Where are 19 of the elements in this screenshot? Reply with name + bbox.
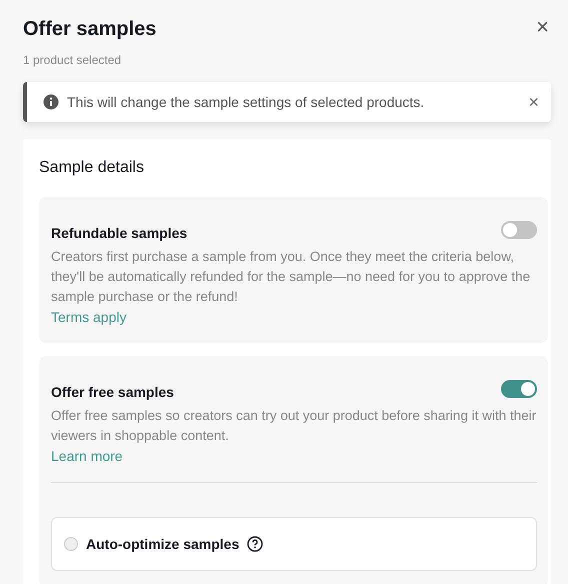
selection-count: 1 product selected (23, 53, 122, 67)
info-icon (43, 94, 59, 110)
toggle-switch[interactable] (501, 380, 537, 398)
dismiss-button[interactable]: × (528, 92, 539, 112)
option-title: Offer free samples (51, 384, 174, 400)
radio-button[interactable] (64, 537, 78, 551)
choice-label: Auto-optimize samples (86, 536, 240, 552)
close-button[interactable]: × (536, 18, 549, 36)
option-title: Refundable samples (51, 225, 188, 241)
choice-card[interactable]: Auto-optimize samples (51, 517, 537, 571)
dialog-title: Offer samples (23, 18, 156, 41)
option-link[interactable]: Learn more (51, 446, 123, 466)
section-title: Sample details (39, 159, 145, 177)
option-description: Offer free samples so creators can try out your product before sharing it with their viewers in shoppable content. (51, 407, 537, 445)
help-icon[interactable] (247, 536, 264, 552)
option-description: Creators first purchase a sample from you. Once they meet the criteria below, they'll be automatically refunded for the sample—no need for you to approve the sample purchase or the refund! (51, 248, 532, 306)
toggle-switch[interactable] (501, 221, 537, 239)
option-link[interactable]: Terms apply (51, 307, 126, 327)
notice-text: This will change the sample settings of selected products. (67, 94, 426, 110)
